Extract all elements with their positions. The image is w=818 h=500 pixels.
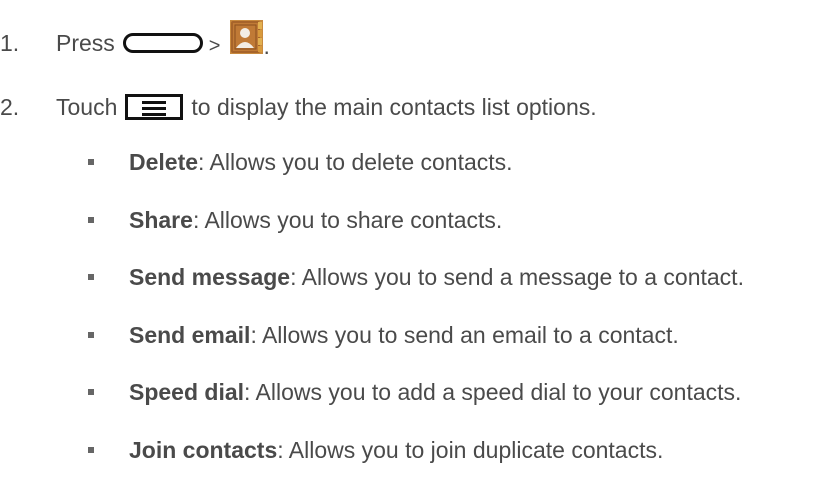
option-term: Send email (129, 321, 251, 348)
period-text: . (263, 32, 270, 59)
option-description: : Allows you to delete contacts. (198, 148, 513, 175)
option-description: : Allows you to share contacts. (192, 206, 503, 233)
home-key-icon (122, 33, 203, 53)
bullet-icon (88, 332, 94, 338)
step-1-number: 1. (0, 29, 20, 56)
option-description: : Allows you to add a speed dial to your… (244, 378, 742, 405)
press-text: Press (56, 29, 115, 56)
bullet-icon (88, 159, 94, 165)
step-2-number: 2. (0, 93, 20, 120)
option-term: Delete (129, 148, 199, 175)
contacts-app-icon (230, 20, 264, 54)
step-2-text: to display the main contacts list option… (191, 93, 597, 120)
option-description: : Allows you to send a message to a cont… (290, 263, 744, 290)
menu-key-icon (125, 94, 184, 120)
option-term: Speed dial (129, 378, 245, 405)
option-term: Share (129, 206, 193, 233)
bullet-icon (88, 217, 94, 223)
option-description: : Allows you to join duplicate contacts. (277, 436, 664, 463)
bullet-icon (88, 389, 94, 395)
step-1-body: Press > . (56, 20, 270, 60)
option-term: Join contacts (129, 436, 278, 463)
separator-text: > (208, 34, 221, 57)
option-term: Send message (129, 263, 291, 290)
touch-text: Touch (56, 93, 118, 120)
option-description: : Allows you to send an email to a conta… (250, 321, 679, 348)
bullet-icon (88, 274, 94, 280)
bullet-icon (88, 447, 94, 453)
step-2-body: Touch to display the main contacts list … (56, 94, 597, 121)
